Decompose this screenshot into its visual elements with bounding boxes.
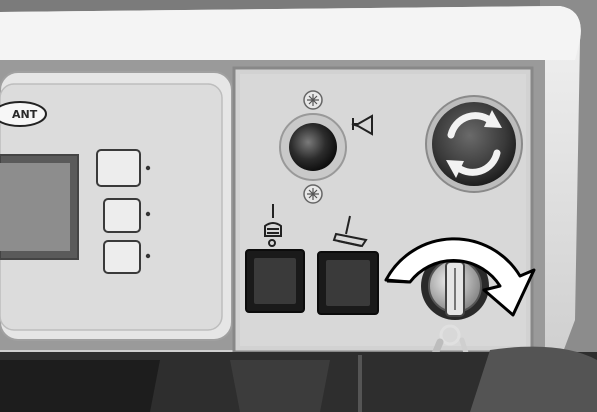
brand-label: ANT	[12, 108, 38, 121]
soft-key-1-indicator	[145, 165, 151, 171]
lower-bracket	[230, 360, 330, 412]
lower-right-wheel	[470, 346, 597, 412]
horn-button[interactable]	[289, 123, 337, 171]
soft-key-1[interactable]	[96, 149, 141, 187]
machine-top-rim	[0, 6, 581, 60]
brand-badge: ANT	[0, 101, 47, 127]
emergency-stop	[425, 95, 523, 193]
soft-key-2[interactable]	[103, 198, 141, 233]
display-screen	[0, 163, 70, 251]
soft-key-3[interactable]	[103, 240, 141, 274]
vacuum-switch[interactable]	[254, 258, 296, 304]
control-panel-illustration: ANT	[0, 0, 597, 412]
brush-switch[interactable]	[326, 260, 370, 306]
control-panel-photo: ANT	[0, 0, 597, 412]
soft-key-2-indicator	[145, 211, 151, 217]
display-module: ANT	[0, 71, 233, 341]
lower-left-dark	[0, 360, 160, 412]
soft-key-3-indicator	[145, 253, 151, 259]
